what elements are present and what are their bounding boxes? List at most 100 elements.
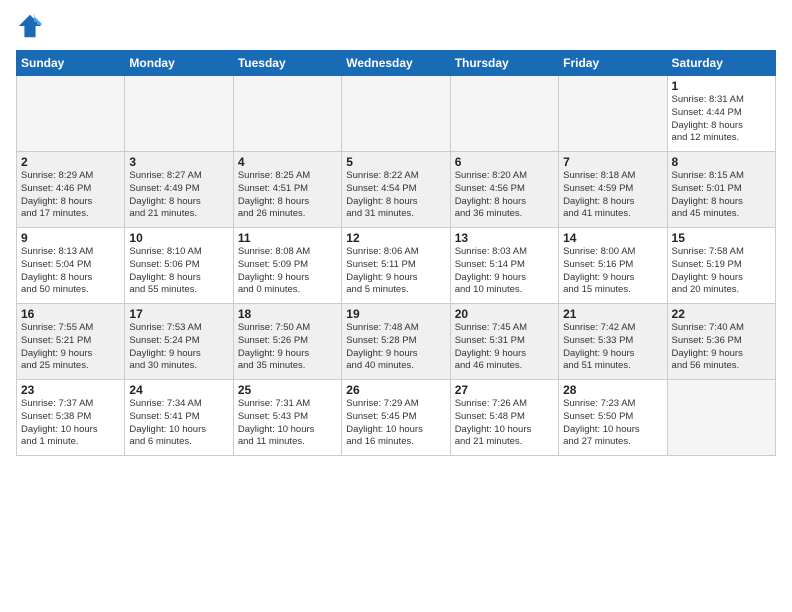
week-row-1: 1Sunrise: 8:31 AM Sunset: 4:44 PM Daylig… (17, 76, 776, 152)
day-number: 14 (563, 231, 662, 245)
day-info: Sunrise: 8:29 AM Sunset: 4:46 PM Dayligh… (21, 170, 120, 221)
calendar-cell: 23Sunrise: 7:37 AM Sunset: 5:38 PM Dayli… (17, 380, 125, 456)
calendar-table: SundayMondayTuesdayWednesdayThursdayFrid… (16, 50, 776, 456)
calendar-cell (667, 380, 775, 456)
calendar-cell: 22Sunrise: 7:40 AM Sunset: 5:36 PM Dayli… (667, 304, 775, 380)
day-info: Sunrise: 8:18 AM Sunset: 4:59 PM Dayligh… (563, 170, 662, 221)
day-info: Sunrise: 8:20 AM Sunset: 4:56 PM Dayligh… (455, 170, 554, 221)
weekday-header-tuesday: Tuesday (233, 51, 341, 76)
day-info: Sunrise: 8:25 AM Sunset: 4:51 PM Dayligh… (238, 170, 337, 221)
day-number: 19 (346, 307, 445, 321)
weekday-header-wednesday: Wednesday (342, 51, 450, 76)
day-number: 24 (129, 383, 228, 397)
day-number: 1 (672, 79, 771, 93)
calendar-cell: 13Sunrise: 8:03 AM Sunset: 5:14 PM Dayli… (450, 228, 558, 304)
day-info: Sunrise: 8:10 AM Sunset: 5:06 PM Dayligh… (129, 246, 228, 297)
calendar-cell: 27Sunrise: 7:26 AM Sunset: 5:48 PM Dayli… (450, 380, 558, 456)
day-number: 11 (238, 231, 337, 245)
day-info: Sunrise: 7:23 AM Sunset: 5:50 PM Dayligh… (563, 398, 662, 449)
header (16, 12, 776, 40)
calendar-cell (450, 76, 558, 152)
calendar-cell: 8Sunrise: 8:15 AM Sunset: 5:01 PM Daylig… (667, 152, 775, 228)
day-info: Sunrise: 7:29 AM Sunset: 5:45 PM Dayligh… (346, 398, 445, 449)
calendar-cell: 14Sunrise: 8:00 AM Sunset: 5:16 PM Dayli… (559, 228, 667, 304)
calendar-cell: 20Sunrise: 7:45 AM Sunset: 5:31 PM Dayli… (450, 304, 558, 380)
day-number: 18 (238, 307, 337, 321)
day-number: 8 (672, 155, 771, 169)
calendar-cell: 7Sunrise: 8:18 AM Sunset: 4:59 PM Daylig… (559, 152, 667, 228)
day-number: 10 (129, 231, 228, 245)
calendar-cell (559, 76, 667, 152)
week-row-2: 2Sunrise: 8:29 AM Sunset: 4:46 PM Daylig… (17, 152, 776, 228)
day-info: Sunrise: 8:27 AM Sunset: 4:49 PM Dayligh… (129, 170, 228, 221)
logo (16, 12, 48, 40)
calendar-cell (233, 76, 341, 152)
day-info: Sunrise: 7:58 AM Sunset: 5:19 PM Dayligh… (672, 246, 771, 297)
calendar-cell (342, 76, 450, 152)
day-number: 5 (346, 155, 445, 169)
page: SundayMondayTuesdayWednesdayThursdayFrid… (0, 0, 792, 612)
day-info: Sunrise: 7:55 AM Sunset: 5:21 PM Dayligh… (21, 322, 120, 373)
day-info: Sunrise: 8:15 AM Sunset: 5:01 PM Dayligh… (672, 170, 771, 221)
calendar-cell: 28Sunrise: 7:23 AM Sunset: 5:50 PM Dayli… (559, 380, 667, 456)
week-row-3: 9Sunrise: 8:13 AM Sunset: 5:04 PM Daylig… (17, 228, 776, 304)
day-number: 17 (129, 307, 228, 321)
day-info: Sunrise: 7:45 AM Sunset: 5:31 PM Dayligh… (455, 322, 554, 373)
calendar-cell: 1Sunrise: 8:31 AM Sunset: 4:44 PM Daylig… (667, 76, 775, 152)
day-info: Sunrise: 7:50 AM Sunset: 5:26 PM Dayligh… (238, 322, 337, 373)
calendar-cell: 12Sunrise: 8:06 AM Sunset: 5:11 PM Dayli… (342, 228, 450, 304)
day-number: 3 (129, 155, 228, 169)
day-info: Sunrise: 8:13 AM Sunset: 5:04 PM Dayligh… (21, 246, 120, 297)
week-row-4: 16Sunrise: 7:55 AM Sunset: 5:21 PM Dayli… (17, 304, 776, 380)
day-number: 7 (563, 155, 662, 169)
calendar-cell: 2Sunrise: 8:29 AM Sunset: 4:46 PM Daylig… (17, 152, 125, 228)
calendar-cell: 10Sunrise: 8:10 AM Sunset: 5:06 PM Dayli… (125, 228, 233, 304)
day-info: Sunrise: 8:06 AM Sunset: 5:11 PM Dayligh… (346, 246, 445, 297)
calendar-cell: 24Sunrise: 7:34 AM Sunset: 5:41 PM Dayli… (125, 380, 233, 456)
calendar-cell: 15Sunrise: 7:58 AM Sunset: 5:19 PM Dayli… (667, 228, 775, 304)
calendar-cell (17, 76, 125, 152)
day-info: Sunrise: 7:34 AM Sunset: 5:41 PM Dayligh… (129, 398, 228, 449)
day-info: Sunrise: 7:53 AM Sunset: 5:24 PM Dayligh… (129, 322, 228, 373)
day-info: Sunrise: 8:08 AM Sunset: 5:09 PM Dayligh… (238, 246, 337, 297)
calendar-cell: 5Sunrise: 8:22 AM Sunset: 4:54 PM Daylig… (342, 152, 450, 228)
day-number: 22 (672, 307, 771, 321)
day-number: 23 (21, 383, 120, 397)
calendar-cell: 11Sunrise: 8:08 AM Sunset: 5:09 PM Dayli… (233, 228, 341, 304)
calendar-cell: 18Sunrise: 7:50 AM Sunset: 5:26 PM Dayli… (233, 304, 341, 380)
day-info: Sunrise: 7:48 AM Sunset: 5:28 PM Dayligh… (346, 322, 445, 373)
weekday-header-saturday: Saturday (667, 51, 775, 76)
weekday-header-monday: Monday (125, 51, 233, 76)
calendar-cell: 17Sunrise: 7:53 AM Sunset: 5:24 PM Dayli… (125, 304, 233, 380)
day-info: Sunrise: 7:40 AM Sunset: 5:36 PM Dayligh… (672, 322, 771, 373)
day-info: Sunrise: 8:31 AM Sunset: 4:44 PM Dayligh… (672, 94, 771, 145)
day-info: Sunrise: 7:37 AM Sunset: 5:38 PM Dayligh… (21, 398, 120, 449)
day-info: Sunrise: 7:31 AM Sunset: 5:43 PM Dayligh… (238, 398, 337, 449)
weekday-header-friday: Friday (559, 51, 667, 76)
calendar-cell: 6Sunrise: 8:20 AM Sunset: 4:56 PM Daylig… (450, 152, 558, 228)
weekday-header-sunday: Sunday (17, 51, 125, 76)
calendar-cell: 21Sunrise: 7:42 AM Sunset: 5:33 PM Dayli… (559, 304, 667, 380)
day-number: 20 (455, 307, 554, 321)
day-info: Sunrise: 8:03 AM Sunset: 5:14 PM Dayligh… (455, 246, 554, 297)
day-number: 2 (21, 155, 120, 169)
week-row-5: 23Sunrise: 7:37 AM Sunset: 5:38 PM Dayli… (17, 380, 776, 456)
weekday-header-thursday: Thursday (450, 51, 558, 76)
day-number: 15 (672, 231, 771, 245)
day-number: 25 (238, 383, 337, 397)
day-number: 26 (346, 383, 445, 397)
day-info: Sunrise: 7:42 AM Sunset: 5:33 PM Dayligh… (563, 322, 662, 373)
logo-icon (16, 12, 44, 40)
day-number: 13 (455, 231, 554, 245)
calendar-cell: 4Sunrise: 8:25 AM Sunset: 4:51 PM Daylig… (233, 152, 341, 228)
weekday-header-row: SundayMondayTuesdayWednesdayThursdayFrid… (17, 51, 776, 76)
day-info: Sunrise: 8:00 AM Sunset: 5:16 PM Dayligh… (563, 246, 662, 297)
calendar-cell: 19Sunrise: 7:48 AM Sunset: 5:28 PM Dayli… (342, 304, 450, 380)
calendar-cell: 9Sunrise: 8:13 AM Sunset: 5:04 PM Daylig… (17, 228, 125, 304)
calendar-cell: 26Sunrise: 7:29 AM Sunset: 5:45 PM Dayli… (342, 380, 450, 456)
day-number: 16 (21, 307, 120, 321)
day-number: 6 (455, 155, 554, 169)
calendar-cell: 3Sunrise: 8:27 AM Sunset: 4:49 PM Daylig… (125, 152, 233, 228)
day-info: Sunrise: 8:22 AM Sunset: 4:54 PM Dayligh… (346, 170, 445, 221)
day-info: Sunrise: 7:26 AM Sunset: 5:48 PM Dayligh… (455, 398, 554, 449)
